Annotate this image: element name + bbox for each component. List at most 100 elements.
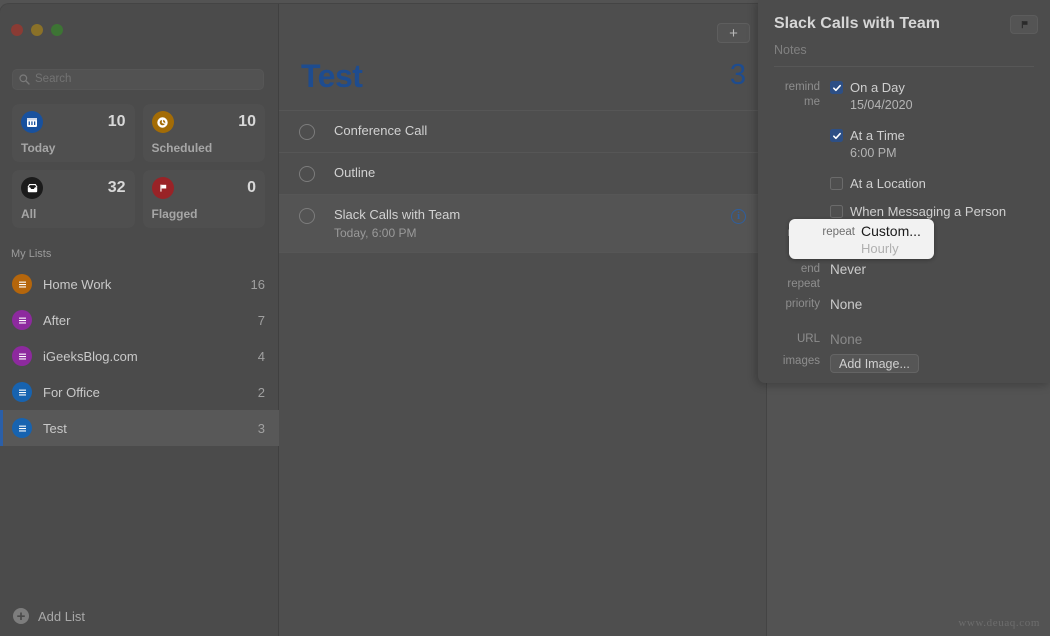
quick-access-count: 10 — [238, 113, 256, 130]
clock-icon — [151, 111, 174, 133]
search-placeholder: Search — [35, 72, 72, 85]
popover-title: Slack Calls with Team — [774, 15, 940, 32]
field-priority[interactable]: priority None — [766, 297, 1042, 313]
callout-selected-option[interactable]: Custom... — [861, 223, 921, 239]
field-at-a-time: At a Time 6:00 PM — [766, 128, 1042, 160]
quick-access-flagged[interactable]: 0 Flagged — [142, 170, 265, 228]
list-label: Test — [43, 420, 67, 436]
priority-value[interactable]: None — [830, 297, 1042, 313]
sidebar: Search 10 Today 10 Scheduled 32 All 0 Fl… — [0, 4, 279, 636]
add-reminder-button[interactable]: + — [717, 23, 750, 43]
add-list-label: Add List — [38, 608, 85, 624]
quick-access-count: 0 — [247, 179, 256, 196]
repeat-dropdown-callout[interactable]: repeat Custom... Hourly — [789, 219, 934, 259]
search-icon — [19, 74, 30, 85]
plus-icon: + — [13, 608, 29, 624]
complete-checkbox[interactable] — [299, 208, 315, 224]
url-value[interactable]: None — [830, 332, 1042, 348]
list-count: 16 — [250, 276, 265, 292]
complete-checkbox[interactable] — [299, 124, 315, 140]
add-image-button[interactable]: Add Image... — [830, 354, 919, 373]
field-label: URL — [796, 333, 820, 345]
info-icon[interactable]: i — [731, 209, 746, 224]
reminders-list: Conference Call Outline Slack Calls with… — [279, 110, 766, 253]
reminder-subtitle: Today, 6:00 PM — [334, 226, 417, 240]
reminder-row-outline[interactable]: Outline — [279, 153, 766, 195]
checkbox-at-a-location[interactable]: At a Location — [830, 176, 1042, 191]
end-repeat-value[interactable]: Never — [830, 262, 1042, 278]
lists-container: Home Work 16 After 7 iGeeksBlog.com 4 Fo… — [0, 266, 279, 446]
field-label: priority — [785, 298, 820, 310]
reminder-detail-popover: Slack Calls with Team Notes remind me On… — [758, 0, 1050, 383]
field-label: images — [782, 355, 820, 367]
checkbox-icon[interactable] — [830, 129, 843, 142]
field-url[interactable]: URL None — [766, 332, 1042, 348]
list-label: For Office — [43, 384, 100, 400]
quick-access-label: Today — [21, 141, 56, 155]
search-input[interactable]: Search — [12, 69, 264, 90]
notes-field[interactable]: Notes — [774, 43, 807, 57]
list-icon — [12, 346, 32, 366]
quick-access-all[interactable]: 32 All — [12, 170, 135, 228]
reminder-row-slack-calls[interactable]: Slack Calls with Team Today, 6:00 PM i — [279, 195, 766, 253]
sidebar-list-home-work[interactable]: Home Work 16 — [0, 266, 279, 302]
field-images: images Add Image... — [766, 354, 1042, 373]
quick-access-scheduled[interactable]: 10 Scheduled — [142, 104, 265, 162]
checkbox-icon[interactable] — [830, 205, 843, 218]
list-icon — [12, 418, 32, 438]
field-remind-me: remind me On a Day 15/04/2020 — [766, 80, 1042, 112]
watermark: www.deuaq.com — [958, 617, 1040, 629]
field-label: end repeat — [787, 263, 820, 290]
reminder-count: 3 — [729, 59, 746, 91]
sidebar-list-igeeksblog[interactable]: iGeeksBlog.com 4 — [0, 338, 279, 374]
reminders-window: Search 10 Today 10 Scheduled 32 All 0 Fl… — [0, 4, 766, 636]
field-when-messaging: When Messaging a Person — [766, 204, 1046, 219]
sidebar-list-for-office[interactable]: For Office 2 — [0, 374, 279, 410]
checkbox-label: When Messaging a Person — [850, 204, 1007, 219]
checkbox-when-messaging[interactable]: When Messaging a Person — [830, 204, 1046, 219]
quick-access-label: Scheduled — [151, 141, 213, 155]
checkbox-label: At a Time — [850, 128, 905, 143]
field-label: remind me — [784, 81, 820, 108]
callout-secondary-option[interactable]: Hourly — [861, 241, 899, 256]
window-controls — [11, 24, 63, 36]
sidebar-list-test[interactable]: Test 3 — [0, 410, 279, 446]
list-icon — [12, 274, 32, 294]
list-count: 3 — [257, 420, 265, 436]
complete-checkbox[interactable] — [299, 166, 315, 182]
field-at-a-location: At a Location — [766, 176, 1042, 191]
on-a-day-value[interactable]: 15/04/2020 — [850, 98, 1042, 112]
checkbox-icon[interactable] — [830, 177, 843, 190]
field-end-repeat[interactable]: end repeat Never — [766, 262, 1042, 292]
inbox-icon — [21, 177, 43, 199]
reminder-row-conference-call[interactable]: Conference Call — [279, 110, 766, 153]
quick-access-today[interactable]: 10 Today — [12, 104, 135, 162]
quick-access-label: All — [21, 207, 37, 221]
reminder-title: Conference Call — [334, 123, 428, 138]
quick-access-label: Flagged — [151, 207, 198, 221]
desktop-background: Search 10 Today 10 Scheduled 32 All 0 Fl… — [0, 0, 1050, 636]
flag-button[interactable] — [1010, 15, 1038, 34]
checkbox-on-a-day[interactable]: On a Day — [830, 80, 1042, 95]
minimize-button[interactable] — [31, 24, 43, 36]
quick-access-grid: 10 Today 10 Scheduled 32 All 0 Flagged — [12, 104, 265, 228]
list-label: iGeeksBlog.com — [43, 348, 138, 364]
add-list-button[interactable]: + Add List — [13, 608, 85, 624]
flag-icon — [151, 177, 174, 199]
quick-access-count: 32 — [107, 179, 126, 196]
at-a-time-value[interactable]: 6:00 PM — [850, 146, 1042, 160]
reminder-title: Slack Calls with Team — [334, 207, 461, 222]
checkbox-label: At a Location — [850, 176, 926, 191]
checkbox-at-a-time[interactable]: At a Time — [830, 128, 1042, 143]
checkbox-icon[interactable] — [830, 81, 843, 94]
list-label: Home Work — [43, 276, 112, 292]
list-icon — [12, 382, 32, 402]
list-count: 7 — [257, 312, 265, 328]
zoom-button[interactable] — [51, 24, 63, 36]
plus-icon: + — [729, 24, 738, 42]
close-button[interactable] — [11, 24, 23, 36]
list-count: 2 — [257, 384, 265, 400]
sidebar-list-after[interactable]: After 7 — [0, 302, 279, 338]
list-count: 4 — [257, 348, 265, 364]
reminders-pane: + Test 3 Conference Call Outline Slack C… — [279, 4, 766, 636]
